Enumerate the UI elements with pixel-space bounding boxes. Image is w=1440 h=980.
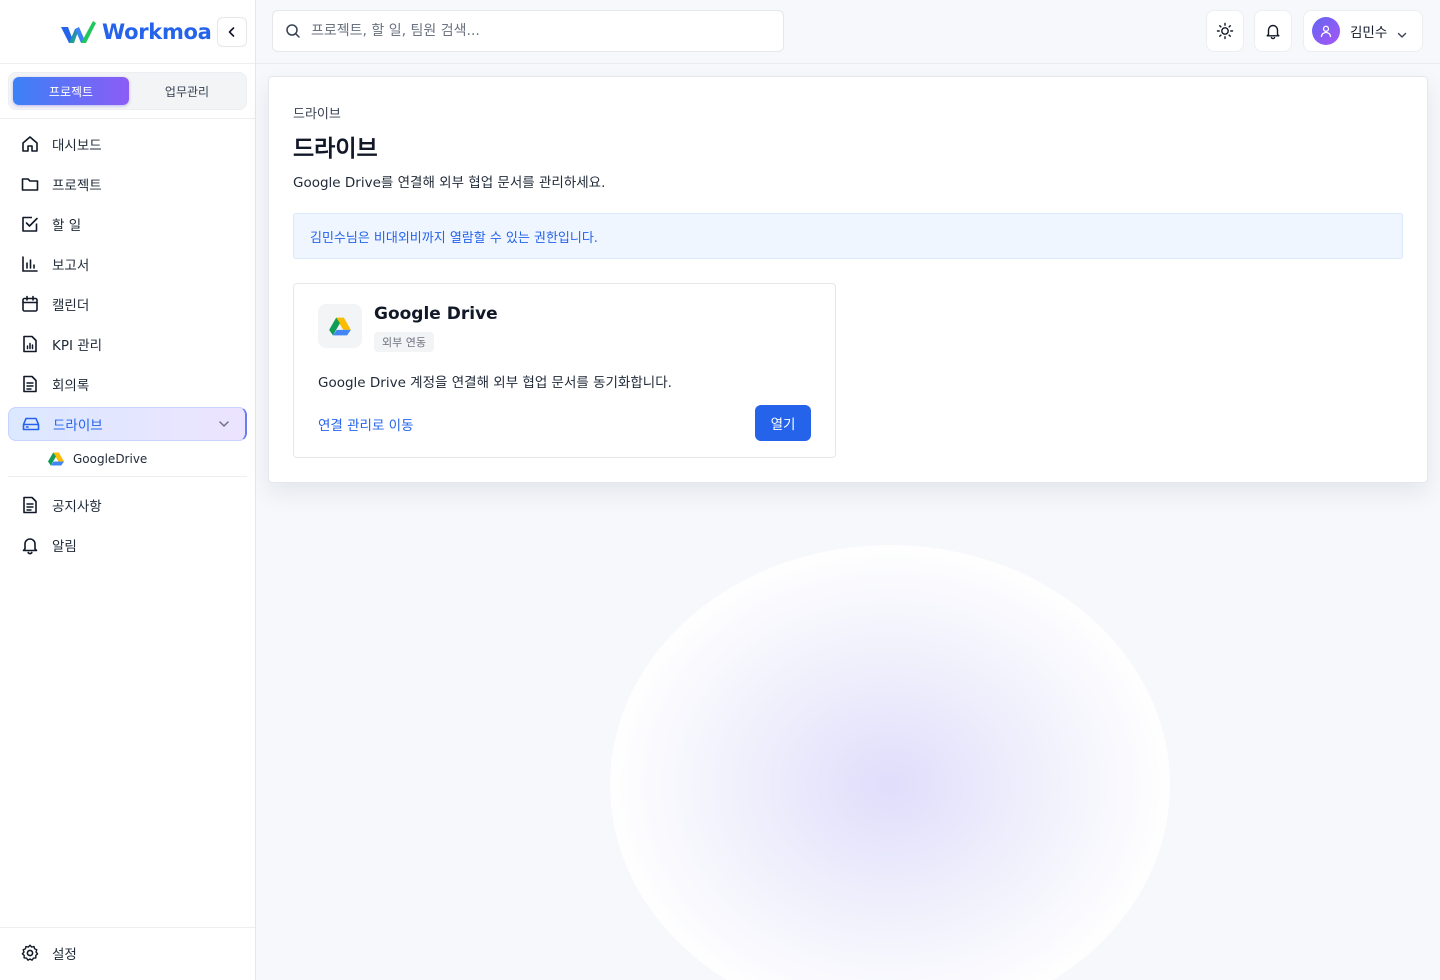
sidebar-item-label: 할 일 <box>52 218 82 234</box>
calendar-icon <box>20 294 40 314</box>
user-menu[interactable]: 김민수 <box>1303 10 1423 52</box>
sun-icon <box>1216 22 1234 40</box>
sidebar-subitem-google-drive[interactable]: GoogleDrive <box>48 449 147 469</box>
sidebar: Workmoa 프로젝트 업무관리 대시보드 프로젝트 할 일 보고서 캘린더 … <box>0 0 256 980</box>
sidebar-divider <box>0 63 255 64</box>
sidebar-divider <box>0 927 255 928</box>
mode-project-button[interactable]: 프로젝트 <box>13 77 129 105</box>
bell-icon <box>20 535 40 555</box>
google-drive-icon <box>329 317 351 335</box>
sidebar-subitem-label: GoogleDrive <box>73 452 148 466</box>
search-icon <box>286 24 300 38</box>
chevron-down-icon <box>1396 26 1408 45</box>
open-button[interactable]: 열기 <box>755 405 811 441</box>
bar-chart-icon <box>20 254 40 274</box>
sidebar-item-label: 공지사항 <box>52 499 102 515</box>
page-title: 드라이브 <box>293 136 378 162</box>
mode-switch: 프로젝트 업무관리 <box>8 72 247 110</box>
sidebar-item-label: 설정 <box>52 947 77 963</box>
sidebar-item-notices[interactable]: 공지사항 <box>8 488 247 522</box>
breadcrumb[interactable]: 드라이브 <box>293 103 341 122</box>
background-glow <box>610 545 1170 980</box>
user-name: 김민수 <box>1350 25 1388 41</box>
search-input[interactable] <box>311 23 751 39</box>
avatar <box>1312 17 1340 45</box>
notice-icon <box>20 495 40 515</box>
brand-logo[interactable]: Workmoa <box>60 18 212 46</box>
workmoa-logo-icon <box>61 21 96 43</box>
collapse-sidebar-button[interactable] <box>217 17 247 47</box>
sidebar-item-settings[interactable]: 설정 <box>8 936 247 970</box>
sidebar-item-reports[interactable]: 보고서 <box>8 247 247 281</box>
search-box[interactable] <box>272 10 784 52</box>
brand-name: Workmoa <box>102 20 212 44</box>
google-drive-icon <box>48 452 64 466</box>
integration-badge: 외부 연동 <box>374 332 434 352</box>
sidebar-item-drive[interactable]: 드라이브 <box>8 407 247 441</box>
home-icon <box>20 134 40 154</box>
bell-icon <box>1266 24 1280 40</box>
drive-panel: 드라이브 드라이브 Google Drive를 연결해 외부 협업 문서를 관리… <box>268 76 1428 483</box>
manage-connection-link[interactable]: 연결 관리로 이동 <box>318 414 414 434</box>
sidebar-item-calendar[interactable]: 캘린더 <box>8 287 247 321</box>
checkbox-icon <box>20 214 40 234</box>
sidebar-item-label: 프로젝트 <box>52 178 102 194</box>
google-drive-card: Google Drive 외부 연동 Google Drive 계정을 연결해 … <box>293 283 836 458</box>
sidebar-item-label: 알림 <box>52 539 77 555</box>
sidebar-item-label: 캘린더 <box>52 298 90 314</box>
kpi-file-icon <box>20 334 40 354</box>
document-icon <box>20 374 40 394</box>
sidebar-divider <box>0 118 255 119</box>
sidebar-item-dashboard[interactable]: 대시보드 <box>8 127 247 161</box>
chevron-left-icon <box>228 27 235 37</box>
drive-icon <box>21 414 41 434</box>
mode-work-button[interactable]: 업무관리 <box>129 77 245 105</box>
card-description: Google Drive 계정을 연결해 외부 협업 문서를 동기화합니다. <box>318 375 672 391</box>
card-title: Google Drive <box>374 304 498 324</box>
permission-notice: 김민수님은 비대외비까지 열람할 수 있는 권한입니다. <box>293 213 1403 259</box>
sidebar-item-todo[interactable]: 할 일 <box>8 207 247 241</box>
folder-icon <box>20 174 40 194</box>
sidebar-item-label: 보고서 <box>52 258 90 274</box>
logo-row: Workmoa <box>0 0 255 64</box>
sidebar-item-label: 드라이브 <box>53 418 103 434</box>
sidebar-item-label: KPI 관리 <box>52 338 103 354</box>
sidebar-item-kpi[interactable]: KPI 관리 <box>8 327 247 361</box>
card-icon-box <box>318 304 362 348</box>
sidebar-item-meeting-notes[interactable]: 회의록 <box>8 367 247 401</box>
notifications-button[interactable] <box>1254 10 1292 52</box>
sidebar-divider <box>8 476 247 477</box>
chevron-down-icon[interactable] <box>217 417 231 435</box>
sidebar-item-projects[interactable]: 프로젝트 <box>8 167 247 201</box>
sidebar-item-label: 대시보드 <box>52 138 102 154</box>
sidebar-item-label: 회의록 <box>52 378 90 394</box>
theme-toggle-button[interactable] <box>1206 10 1244 52</box>
user-icon <box>1320 25 1332 38</box>
gear-icon <box>20 943 40 963</box>
header-divider <box>256 63 1440 64</box>
sidebar-item-alerts[interactable]: 알림 <box>8 528 247 562</box>
page-description: Google Drive를 연결해 외부 협업 문서를 관리하세요. <box>293 175 606 191</box>
